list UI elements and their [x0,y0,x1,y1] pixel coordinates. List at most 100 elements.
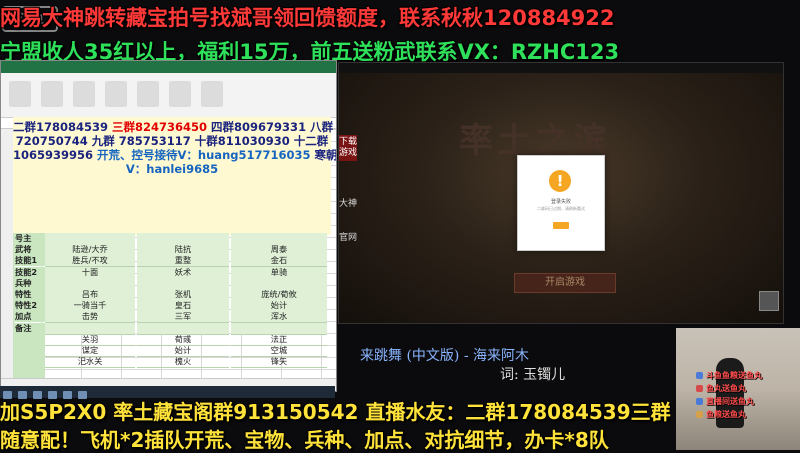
webcam-feed: 斗鱼鱼粮送鱼丸 鱼丸送鱼丸直播间送鱼丸 鱼粮送鱼丸 [676,328,800,450]
table-cell[interactable] [45,277,135,290]
start-game-button[interactable]: 开启游戏 [514,273,616,293]
table-cell[interactable] [231,233,327,245]
table-row[interactable]: 武将 陆逊/大乔 陆抗 周泰 [13,244,331,257]
table-row[interactable]: 技能2 十面 妖术 单骑 [13,266,331,279]
row-label-cell[interactable] [13,356,45,368]
row-label-cell[interactable]: 武将 [13,244,45,256]
excel-ribbon[interactable] [1,73,336,118]
table-cell[interactable] [231,322,327,335]
table-cell[interactable]: 法正 [231,334,327,346]
table-cell[interactable]: 一骑当千 [45,300,135,313]
table-cell[interactable]: 始计 [231,300,327,313]
info-line-4: V：hanlei9685 [125,162,219,176]
table-cell[interactable]: 空城 [231,345,327,357]
dialog-subtitle: 二维码已过期，请刷新重试 [537,206,585,211]
login-dialog[interactable]: ! 登录失败 二维码已过期，请刷新重试 [517,155,605,251]
table-cell[interactable] [137,277,229,290]
table-cell[interactable]: 周泰 [231,244,327,257]
qr-code-icon[interactable] [759,291,779,311]
gift-icon [696,398,703,405]
font-icon[interactable] [41,81,63,107]
gift-label: 鱼粮送鱼丸 [706,410,746,419]
table-cell[interactable] [45,233,135,245]
info-text: 四群809679331 八群 [207,120,334,134]
table-row[interactable]: 谋定 始计 空城 [13,344,331,357]
number-format-icon[interactable] [105,81,127,107]
table-row[interactable]: 技能1 胜兵/不攻 重整 金石 [13,255,331,268]
table-cell[interactable]: 陆逊/大乔 [45,244,135,257]
row-label-cell[interactable]: 号主 [13,233,45,244]
table-cell[interactable]: 汜水关 [45,356,135,369]
table-row[interactable]: 特性 吕布 张机 庞统/荀攸 [13,288,331,301]
excel-title-bar[interactable] [1,61,336,73]
gift-icon [696,385,703,392]
row-label-cell[interactable] [13,344,45,356]
table-cell[interactable] [137,233,229,245]
table-cell[interactable]: 关羽 [45,334,135,346]
gift-item: 鱼丸送鱼丸 [696,383,746,394]
table-cell[interactable]: 胜兵/不攻 [45,255,135,268]
table-cell[interactable]: 锋矢 [231,356,327,369]
banner-line-1: 网易大神跳转藏宝拍号找斌哥领回馈额度，联系秋秋120884922 [0,6,615,30]
align-icon[interactable] [73,81,95,107]
dialog-confirm-button[interactable] [553,222,569,229]
info-highlight: 开荒、控号接待V：huang517716035 [97,148,311,162]
table-cell[interactable]: 谋定 [45,345,135,357]
song-title: 来跳舞 (中文版) - 海来阿木 [360,348,530,364]
official-site-link[interactable]: 官网 [339,233,357,244]
table-cell[interactable]: 吕布 [45,288,135,301]
row-label-cell[interactable]: 技能1 [13,255,45,267]
styles-icon[interactable] [137,81,159,107]
row-label-cell[interactable]: 加点 [13,311,45,323]
table-cell[interactable] [45,322,135,335]
row-label-cell[interactable]: 兵种 [13,277,45,289]
lineup-table[interactable]: 号主 武将 陆逊/大乔 陆抗 周泰 技能1 胜兵/不攻 重整 金石 技能2 十面 妖术 单骑 兵种 特性 吕布… [13,233,331,391]
table-cell[interactable]: 槐火 [137,356,229,369]
table-cell[interactable]: 单骑 [231,266,327,279]
row-label-cell[interactable]: 技能2 [13,266,45,278]
dashen-link[interactable]: 大神 [339,199,357,210]
table-cell[interactable]: 浑水 [231,311,327,324]
table-cell[interactable]: 庞统/荀攸 [231,288,327,301]
table-cell[interactable] [231,277,327,290]
table-row[interactable]: 兵种 [13,277,331,290]
table-row[interactable]: 汜水关 槐火 锋矢 [13,356,331,369]
table-row[interactable]: 关羽 荀彧 法正 [13,333,331,346]
row-label-cell[interactable] [13,367,45,379]
info-text: 1065939956 [13,148,98,162]
spreadsheet-window[interactable]: 二群178084539 三群824736450 四群809679331 八群 7… [0,60,337,392]
gift-icon [696,411,703,418]
table-cell[interactable]: 张机 [137,288,229,301]
cells-icon[interactable] [169,81,191,107]
table-cell[interactable]: 三军 [137,311,229,324]
gift-item: 斗鱼鱼粮送鱼丸 [696,370,762,381]
editing-icon[interactable] [201,81,223,107]
table-cell[interactable]: 陆抗 [137,244,229,257]
table-cell[interactable]: 始计 [137,345,229,357]
gift-label: 直播间送鱼丸 [706,397,754,406]
table-row[interactable]: 备注 [13,322,331,335]
table-cell[interactable]: 十面 [45,266,135,279]
table-cell[interactable] [137,322,229,335]
game-launcher-window[interactable]: 率土之滨 开启游戏 下载游戏 大神 官网 ! 登录失败 二维码已过期，请刷新重试 [338,62,784,324]
table-row[interactable]: 号主 [13,233,331,245]
row-label-cell[interactable]: 特性 [13,288,45,300]
info-text: 寒朝收人 [314,148,337,162]
row-label-cell[interactable]: 备注 [13,322,45,334]
paste-icon[interactable] [9,81,31,107]
download-game-tab[interactable]: 下载游戏 [339,135,357,161]
row-label-cell[interactable] [13,333,45,345]
table-cell[interactable]: 荀彧 [137,334,229,346]
table-cell[interactable]: 皇石 [137,300,229,313]
table-row[interactable]: 特性2 一骑当千 皇石 始计 [13,300,331,313]
info-highlight: 三群824736450 [112,120,208,134]
table-cell[interactable]: 重整 [137,255,229,268]
table-cell[interactable]: 击势 [45,311,135,324]
table-row[interactable]: 加点 击势 三军 浑水 [13,311,331,324]
dialog-title: 登录失败 [550,199,571,205]
table-row[interactable] [13,367,331,380]
row-label-cell[interactable]: 特性2 [13,300,45,312]
gift-label: 鱼丸送鱼丸 [706,384,746,393]
table-cell[interactable]: 妖术 [137,266,229,279]
table-cell[interactable]: 金石 [231,255,327,268]
